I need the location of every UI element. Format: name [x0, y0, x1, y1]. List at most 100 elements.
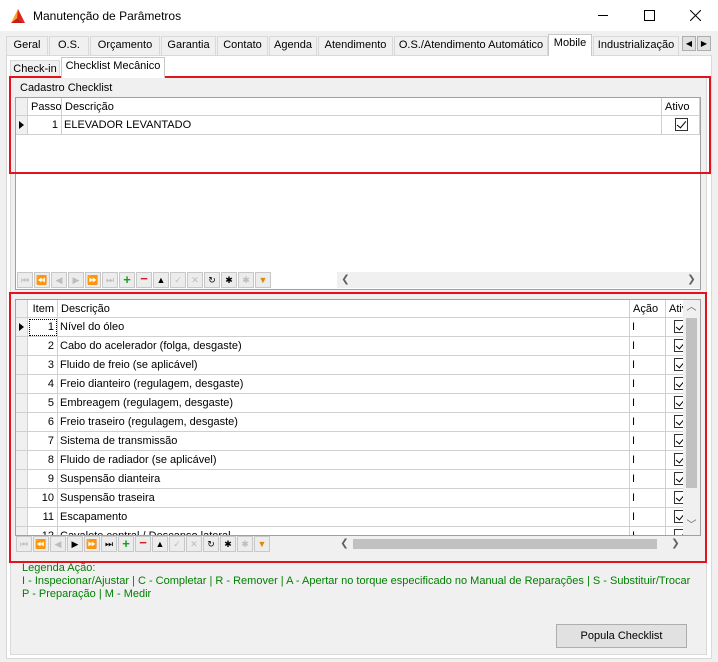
scroll-left-icon[interactable]: ❮: [337, 272, 354, 288]
cell-descricao[interactable]: Escapamento: [58, 508, 630, 527]
tab-geral[interactable]: Geral: [6, 36, 48, 55]
prior-page-button[interactable]: ⏪: [33, 536, 49, 552]
maximize-button[interactable]: [626, 0, 672, 31]
cell-item[interactable]: 2: [28, 337, 58, 356]
cell-acao[interactable]: I: [630, 356, 666, 375]
cell-descricao[interactable]: ELEVADOR LEVANTADO: [62, 116, 662, 135]
cell-item[interactable]: 3: [28, 356, 58, 375]
items-grid[interactable]: Item Descrição Ação Ativo 1Nível do óleo…: [15, 299, 701, 536]
horizontal-scrollbar-2[interactable]: ❮ ❯: [336, 536, 684, 552]
bookmark-button[interactable]: ✱: [221, 272, 237, 288]
cell-acao[interactable]: I: [630, 318, 666, 337]
cell-acao[interactable]: I: [630, 375, 666, 394]
vertical-scroll-thumb[interactable]: [686, 318, 697, 488]
last-button[interactable]: ⏭: [101, 536, 117, 552]
cell-descricao[interactable]: Sistema de transmissão: [58, 432, 630, 451]
refresh-button[interactable]: ↻: [203, 536, 219, 552]
next-page-button[interactable]: ⏩: [84, 536, 100, 552]
column-header-acao[interactable]: Ação: [630, 300, 666, 318]
cell-item[interactable]: 6: [28, 413, 58, 432]
delete-button[interactable]: −: [136, 272, 152, 288]
filter-button[interactable]: ▼: [255, 272, 271, 288]
tab-os-atendimento-automatico[interactable]: O.S./Atendimento Automático: [394, 36, 548, 55]
scroll-left-icon[interactable]: ❮: [336, 536, 353, 552]
popula-checklist-button[interactable]: Popula Checklist: [556, 624, 687, 648]
column-header-descricao[interactable]: Descrição: [62, 98, 662, 116]
tab-os[interactable]: O.S.: [49, 36, 89, 55]
cell-passo[interactable]: 1: [28, 116, 62, 135]
tab-contato[interactable]: Contato: [217, 36, 268, 55]
cell-descricao[interactable]: Fluido de freio (se aplicável): [58, 356, 630, 375]
cell-item[interactable]: 11: [28, 508, 58, 527]
next-button[interactable]: ▶: [67, 536, 83, 552]
scroll-right-icon[interactable]: ❯: [667, 536, 684, 552]
next-page-button[interactable]: ⏩: [85, 272, 101, 288]
next-button[interactable]: ▶: [68, 272, 84, 288]
cell-descricao[interactable]: Embreagem (regulagem, desgaste): [58, 394, 630, 413]
first-button[interactable]: ⏮: [17, 272, 33, 288]
subtab-check-in[interactable]: Check-in: [10, 60, 60, 78]
cell-descricao[interactable]: Nível do óleo: [58, 318, 630, 337]
cell-item[interactable]: 10: [28, 489, 58, 508]
minimize-button[interactable]: [580, 0, 626, 31]
cell-acao[interactable]: I: [630, 508, 666, 527]
scroll-right-icon[interactable]: ❯: [683, 272, 700, 288]
goto-bookmark-button[interactable]: ✱: [237, 536, 253, 552]
cell-item[interactable]: 5: [28, 394, 58, 413]
cancel-edit-button[interactable]: ✕: [187, 272, 203, 288]
delete-button[interactable]: −: [135, 536, 151, 552]
insert-button[interactable]: +: [119, 272, 135, 288]
tab-scroll-right-button[interactable]: ▶: [697, 36, 711, 51]
prior-button[interactable]: ◀: [51, 272, 67, 288]
cell-item[interactable]: 12: [28, 527, 58, 535]
column-header-ativo[interactable]: Ativo: [662, 98, 700, 116]
column-header-item[interactable]: Item: [28, 300, 58, 318]
cell-descricao[interactable]: Suspensão traseira: [58, 489, 630, 508]
cell-item[interactable]: 1: [28, 318, 58, 337]
insert-button[interactable]: +: [118, 536, 134, 552]
scroll-up-icon[interactable]: ︿: [683, 300, 700, 316]
cell-acao[interactable]: I: [630, 489, 666, 508]
cell-acao[interactable]: I: [630, 413, 666, 432]
last-button[interactable]: ⏭: [102, 272, 118, 288]
post-button[interactable]: ✓: [170, 272, 186, 288]
cell-item[interactable]: 8: [28, 451, 58, 470]
cell-descricao[interactable]: Fluido de radiador (se aplicável): [58, 451, 630, 470]
refresh-button[interactable]: ↻: [204, 272, 220, 288]
cell-ativo[interactable]: [662, 116, 700, 135]
cell-acao[interactable]: I: [630, 432, 666, 451]
bookmark-button[interactable]: ✱: [220, 536, 236, 552]
scroll-down-icon[interactable]: ﹀: [683, 518, 700, 534]
vertical-scrollbar[interactable]: ︿ ﹀: [683, 300, 700, 535]
tab-atendimento[interactable]: Atendimento: [318, 36, 393, 55]
horizontal-scrollbar-1[interactable]: ❮ ❯: [337, 272, 700, 288]
tab-orcamento[interactable]: Orçamento: [90, 36, 160, 55]
goto-bookmark-button[interactable]: ✱: [238, 272, 254, 288]
edit-button[interactable]: ▲: [152, 536, 168, 552]
cell-item[interactable]: 9: [28, 470, 58, 489]
close-button[interactable]: [672, 0, 718, 31]
subtab-checklist-mecanico[interactable]: Checklist Mecânico: [61, 57, 165, 78]
cancel-edit-button[interactable]: ✕: [186, 536, 202, 552]
filter-button[interactable]: ▼: [254, 536, 270, 552]
checklist-grid[interactable]: Passo Descrição Ativo 1 ELEVADOR LEVANTA…: [15, 97, 701, 290]
edit-button[interactable]: ▲: [153, 272, 169, 288]
ativo-checkbox[interactable]: [675, 118, 688, 131]
cell-acao[interactable]: I: [630, 337, 666, 356]
cell-acao[interactable]: I: [630, 470, 666, 489]
cell-acao[interactable]: I: [630, 451, 666, 470]
column-header-descricao[interactable]: Descrição: [58, 300, 630, 318]
tab-garantia[interactable]: Garantia: [161, 36, 216, 55]
tab-scroll-left-button[interactable]: ◀: [682, 36, 696, 51]
column-header-passo[interactable]: Passo: [28, 98, 62, 116]
cell-item[interactable]: 7: [28, 432, 58, 451]
post-button[interactable]: ✓: [169, 536, 185, 552]
horizontal-scroll-thumb[interactable]: [353, 539, 657, 549]
cell-descricao[interactable]: Freio dianteiro (regulagem, desgaste): [58, 375, 630, 394]
cell-descricao[interactable]: Suspensão dianteira: [58, 470, 630, 489]
cell-acao[interactable]: I: [630, 394, 666, 413]
tab-agenda[interactable]: Agenda: [269, 36, 317, 55]
prior-page-button[interactable]: ⏪: [34, 272, 50, 288]
cell-descricao[interactable]: Cabo do acelerador (folga, desgaste): [58, 337, 630, 356]
cell-item[interactable]: 4: [28, 375, 58, 394]
